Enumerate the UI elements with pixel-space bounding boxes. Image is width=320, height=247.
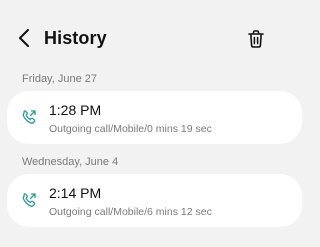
- call-time: 2:14 PM: [49, 185, 102, 201]
- call-time: 1:28 PM: [49, 102, 102, 118]
- outgoing-call-icon: [22, 193, 36, 207]
- chevron-left-icon: [19, 29, 29, 47]
- call-log-item[interactable]: 2:14 PM Outgoing call/Mobile/6 mins 12 s…: [7, 174, 302, 227]
- call-detail: Outgoing call/Mobile/6 mins 12 sec: [49, 206, 212, 218]
- delete-button[interactable]: [244, 26, 268, 52]
- outgoing-call-icon: [22, 110, 36, 124]
- back-button[interactable]: [12, 24, 36, 52]
- date-header: Friday, June 27: [22, 73, 98, 85]
- call-detail: Outgoing call/Mobile/0 mins 19 sec: [49, 123, 212, 135]
- app-header: History: [0, 0, 282, 64]
- date-header: Wednesday, June 4: [22, 156, 119, 168]
- call-log-item[interactable]: 1:28 PM Outgoing call/Mobile/0 mins 19 s…: [7, 91, 302, 144]
- page-title: History: [44, 28, 107, 48]
- trash-icon: [248, 30, 264, 48]
